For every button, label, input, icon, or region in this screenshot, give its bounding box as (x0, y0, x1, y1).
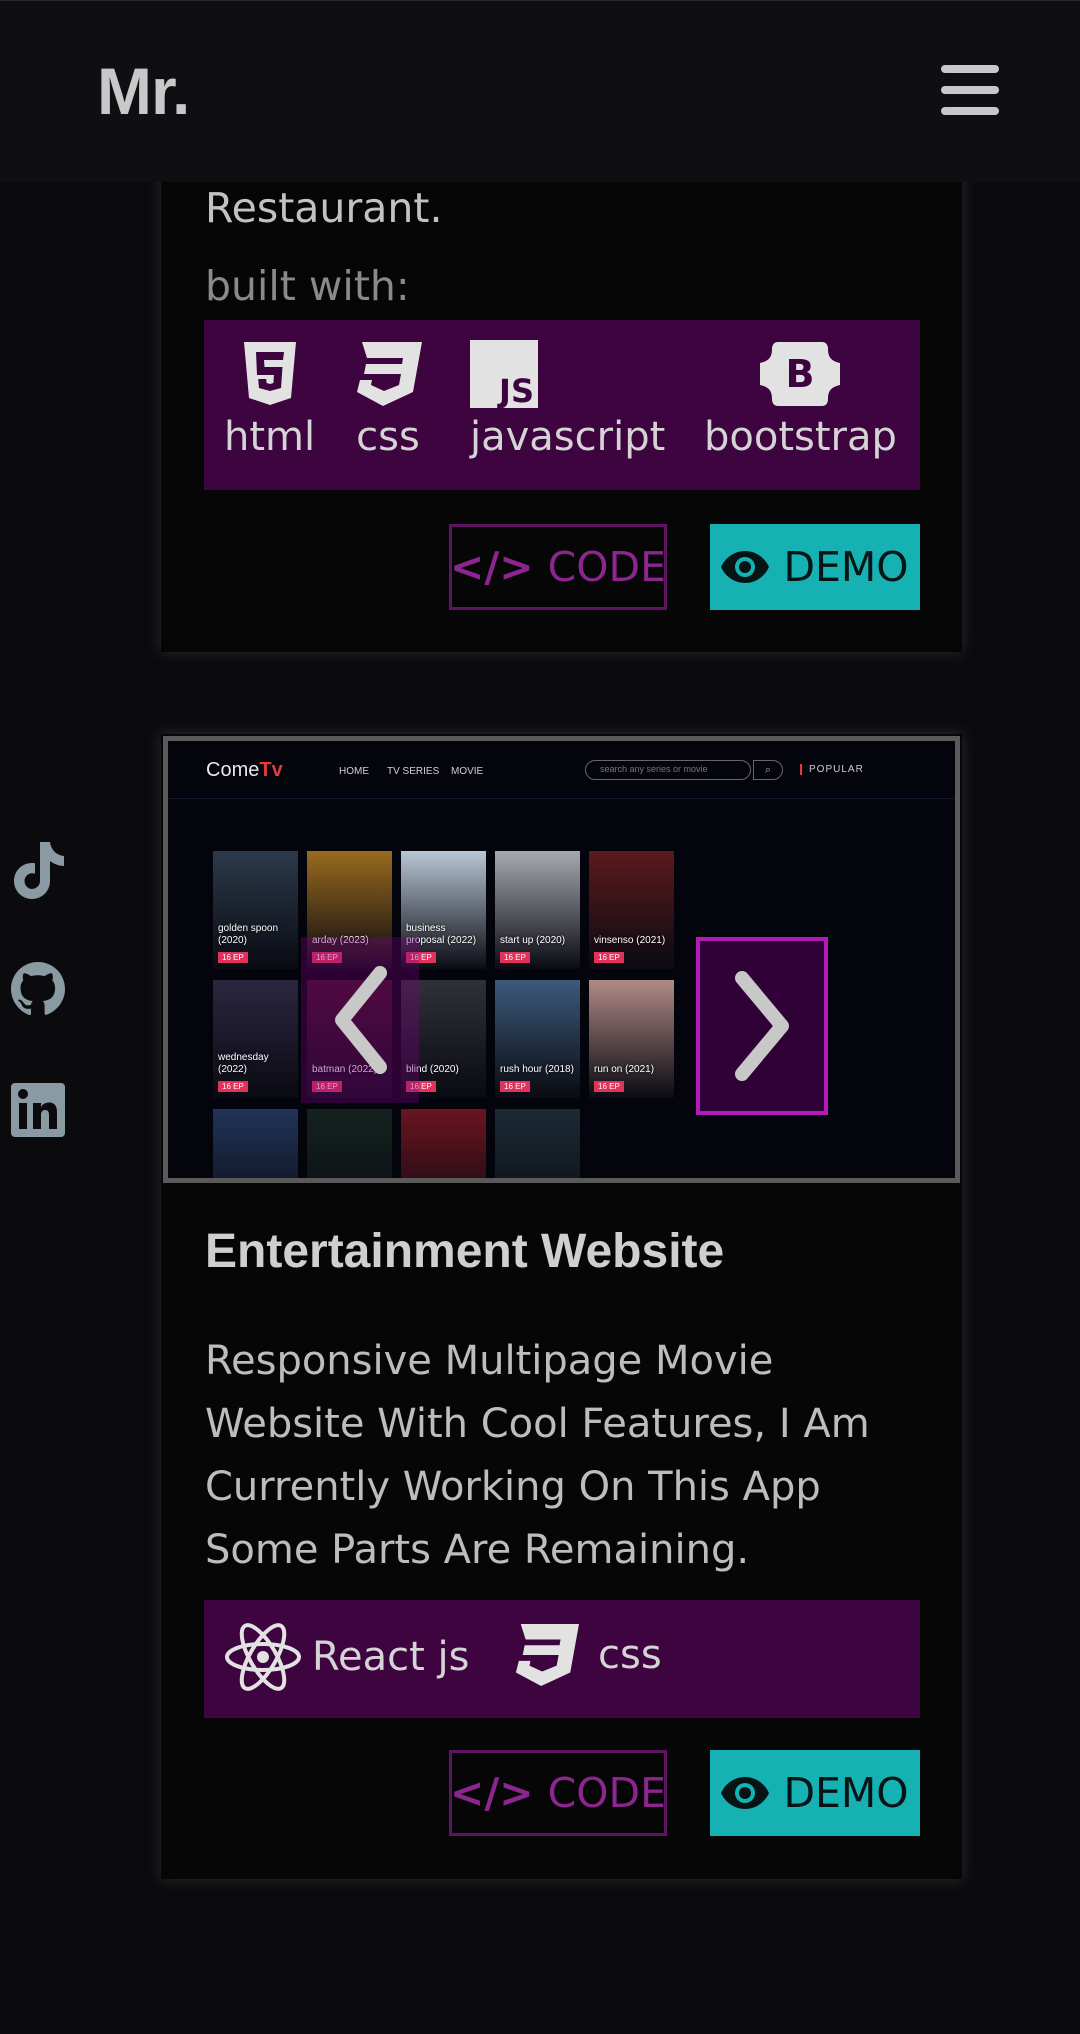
tech-item-bootstrap: B bootstrap (704, 340, 897, 460)
poster-title: run on (2021) (594, 1064, 655, 1075)
project-title: Entertainment Website (205, 1225, 725, 1278)
episode-badge: 16 EP (594, 1081, 624, 1092)
tiktok-icon[interactable] (8, 838, 68, 902)
poster-card: golden spoon (2020) 16 EP (213, 851, 298, 969)
tech-item-html: html (224, 340, 315, 460)
css3-icon (357, 342, 422, 406)
poster-title: wednesday (2022) (218, 1052, 269, 1075)
code-button[interactable]: </> CODE (449, 1750, 667, 1836)
episode-badge: 16 EP (500, 1081, 530, 1092)
screenshot-logo: ComeTv (206, 759, 283, 781)
episode-badge: 16 EP (500, 952, 530, 963)
tech-item-javascript: JS javascript (470, 340, 665, 460)
svg-text:JS: JS (497, 372, 534, 408)
svg-text:B: B (786, 352, 815, 396)
tech-stack-bar: React js css (204, 1600, 920, 1718)
project-screenshot: ComeTv HOME TV SERIES MOVIE search any s… (163, 736, 960, 1183)
project-description: Responsive Multipage Movie Website With … (205, 1338, 870, 1573)
poster-card (495, 1109, 580, 1178)
episode-badge: 16 EP (218, 952, 248, 963)
tech-label: css (356, 414, 420, 460)
chevron-left-icon (335, 966, 387, 1074)
site-logo[interactable]: Mr. (97, 53, 190, 129)
built-with-label: built with: (205, 262, 410, 310)
tech-label: bootstrap (704, 414, 897, 460)
html5-icon (243, 342, 296, 405)
code-icon: </> (449, 1769, 534, 1817)
github-icon[interactable] (8, 958, 68, 1022)
project-description: Restaurant. (205, 184, 443, 232)
poster-card (401, 1109, 486, 1178)
code-icon: </> (449, 543, 534, 591)
react-icon (225, 1623, 301, 1691)
tech-label: css (598, 1632, 662, 1678)
demo-button[interactable]: DEMO (710, 524, 920, 610)
tech-label: html (224, 414, 316, 460)
tech-stack-bar: html css JS javascript B bootstrap (204, 320, 920, 490)
screenshot-nav-item: HOME (339, 766, 369, 777)
js-icon: JS (470, 340, 538, 408)
tech-label: React js (312, 1634, 470, 1680)
poster-title: rush hour (2018) (500, 1064, 574, 1075)
tech-item-css: css (510, 1622, 662, 1688)
poster-card: wednesday (2022) 16 EP (213, 980, 298, 1098)
demo-button[interactable]: DEMO (710, 1750, 920, 1836)
carousel-next-button[interactable] (696, 937, 828, 1115)
screenshot-nav-item: TV SERIES (387, 766, 440, 777)
poster-title: vinsenso (2021) (594, 935, 666, 946)
poster-title: start up (2020) (500, 935, 566, 946)
chevron-right-icon (735, 971, 789, 1081)
poster-card (307, 1109, 392, 1178)
poster-card: rush hour (2018) 16 EP (495, 980, 580, 1098)
code-button[interactable]: </> CODE (449, 524, 667, 610)
screenshot-navbar: ComeTv HOME TV SERIES MOVIE search any s… (168, 741, 955, 799)
screenshot-search-input: search any series or movie (585, 760, 751, 780)
site-header: Mr. (0, 0, 1080, 182)
hamburger-menu-icon[interactable] (941, 65, 999, 115)
poster-card: start up (2020) 16 EP (495, 851, 580, 969)
episode-badge: 16 EP (218, 1081, 248, 1092)
poster-card: run on (2021) 16 EP (589, 980, 674, 1098)
poster-title: golden spoon (2020) (218, 923, 279, 946)
poster-card (213, 1109, 298, 1178)
eye-icon (721, 1777, 770, 1809)
tech-item-css: css (352, 340, 424, 460)
screenshot-popular-label: POPULAR (800, 764, 864, 775)
screenshot-nav-item: MOVIE (451, 766, 484, 777)
tech-label: javascript (470, 414, 666, 460)
carousel-prev-button[interactable] (301, 937, 419, 1103)
bootstrap-icon: B (760, 342, 841, 406)
poster-card: vinsenso (2021) 16 EP (589, 851, 674, 969)
project-card-restaurant: Restaurant. built with: html css JS java… (161, 150, 962, 652)
project-card-entertainment: ComeTv HOME TV SERIES MOVIE search any s… (161, 734, 962, 1879)
search-icon: ⌕ (753, 760, 783, 780)
css3-icon (515, 1623, 579, 1687)
episode-badge: 16 EP (594, 952, 624, 963)
tech-item-react: React js (224, 1622, 469, 1692)
eye-icon (721, 551, 770, 583)
linkedin-icon[interactable] (8, 1078, 68, 1142)
